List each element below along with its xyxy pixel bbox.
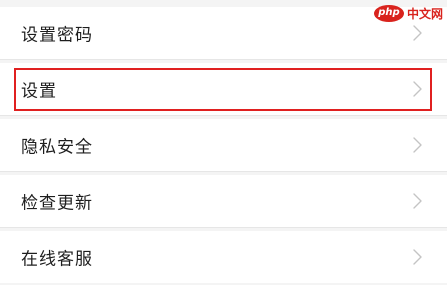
chevron-right-icon xyxy=(413,193,422,209)
menu-item-label: 隐私安全 xyxy=(21,137,93,158)
menu-item-privacy-security[interactable]: 隐私安全 xyxy=(0,119,447,171)
chevron-right-icon xyxy=(413,137,422,153)
menu-item-check-update[interactable]: 检查更新 xyxy=(0,175,447,227)
divider xyxy=(0,227,447,228)
divider xyxy=(0,59,447,60)
settings-screen: 设置密码 设置 隐私安全 检查更新 在线客服 php 中文网 xyxy=(0,0,447,285)
chevron-right-icon xyxy=(413,25,422,41)
menu-item-label: 设置 xyxy=(21,81,57,102)
menu-item-label: 检查更新 xyxy=(21,193,93,214)
menu-item-label: 设置密码 xyxy=(21,25,93,46)
menu-item-set-password[interactable]: 设置密码 xyxy=(0,7,447,59)
chevron-right-icon xyxy=(413,249,422,265)
divider xyxy=(0,115,447,116)
chevron-right-icon xyxy=(413,81,422,97)
menu-item-label: 在线客服 xyxy=(21,249,93,270)
divider xyxy=(0,171,447,172)
menu-item-online-service[interactable]: 在线客服 xyxy=(0,231,447,283)
menu-item-settings[interactable]: 设置 xyxy=(0,63,447,115)
